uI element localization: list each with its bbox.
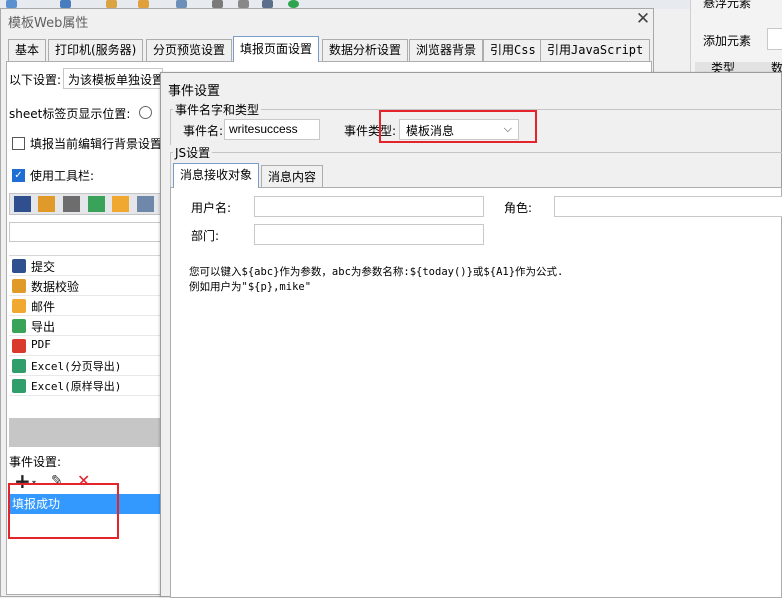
use-toolbar-checkbox[interactable]: ✓ — [12, 169, 25, 182]
pdf-icon — [12, 339, 26, 353]
sheet-position-radio[interactable] — [139, 106, 152, 119]
tab-data-analysis[interactable]: 数据分析设置 — [322, 39, 409, 61]
close-icon[interactable]: ✕ — [635, 9, 651, 29]
sheet-tab-position-label: sheet标签页显示位置: — [9, 107, 131, 121]
tab-browser-bg[interactable]: 浏览器背景 — [409, 39, 484, 61]
layout-icon[interactable] — [137, 196, 154, 212]
username-field[interactable] — [254, 196, 484, 217]
list-item[interactable]: PDF — [9, 336, 161, 356]
list-item[interactable]: 导出 — [9, 316, 161, 336]
list-item[interactable]: Excel(分页导出) — [9, 356, 161, 376]
save-icon[interactable] — [14, 196, 31, 212]
excel-icon — [12, 359, 26, 373]
help-text: 您可以键入${abc}作为参数，abc为参数名称:${today()}或${A1… — [189, 266, 564, 278]
print-icon[interactable] — [63, 196, 80, 212]
group-label: 事件名字和类型 — [173, 101, 262, 118]
list-item[interactable]: 数据校验 — [9, 276, 161, 296]
toolbar-button-list: 提交 数据校验 邮件 导出 PDF Excel(分页导出) Excel(原样导出… — [9, 255, 161, 418]
list-item-label: 导出 — [31, 320, 56, 334]
group-border — [170, 152, 782, 153]
tab-message-content[interactable]: 消息内容 — [261, 165, 324, 188]
role-label: 角色: — [504, 201, 533, 215]
role-field[interactable] — [554, 196, 782, 217]
event-list-item[interactable]: 填报成功 — [9, 494, 161, 514]
event-type-label: 事件类型: — [344, 124, 397, 138]
help-example: 例如用户为"${p},mike" — [189, 281, 312, 293]
group-border — [170, 152, 171, 188]
float-element-label: 悬浮元素 — [703, 0, 752, 10]
toolbar-icon[interactable] — [238, 0, 249, 8]
event-type-value: 模板消息 — [406, 124, 455, 138]
export-icon — [12, 319, 26, 333]
list-item-label: Excel(分页导出) — [31, 360, 122, 373]
tab-page-preview[interactable]: 分页预览设置 — [146, 39, 233, 61]
event-name-label: 事件名: — [183, 124, 224, 138]
event-type-select[interactable]: 模板消息 ⌵ — [399, 119, 519, 140]
tab-javascript[interactable]: 引用JavaScript — [540, 39, 651, 61]
list-item-label: 邮件 — [31, 300, 56, 314]
export-icon[interactable] — [88, 196, 105, 212]
fill-row-bg-label: 填报当前编辑行背景设置 — [30, 137, 163, 151]
list-item[interactable]: 邮件 — [9, 296, 161, 316]
event-name-field[interactable]: writesuccess — [224, 119, 320, 140]
pencil-icon — [12, 279, 26, 293]
email-icon[interactable] — [112, 196, 129, 212]
settings-mode-select[interactable]: 为该模板单独设置 — [63, 68, 163, 89]
toolbar-icon[interactable] — [176, 0, 187, 8]
tab-fill-page[interactable]: 填报页面设置 — [233, 36, 320, 62]
tab-css[interactable]: 引用Css — [483, 39, 543, 61]
pencil-icon[interactable] — [38, 196, 55, 212]
settings-label: 以下设置: — [9, 73, 62, 87]
list-item[interactable]: Excel(原样导出) — [9, 376, 161, 396]
tab-recipients[interactable]: 消息接收对象 — [173, 163, 260, 188]
recipients-panel: 用户名: 角色: 部门: 您可以键入${abc}作为参数，abc为参数名称:${… — [170, 187, 782, 598]
toolbar-icon[interactable] — [262, 0, 273, 8]
list-item-label: 数据校验 — [31, 280, 80, 294]
dialog-title: 模板Web属性 — [8, 16, 89, 31]
add-element-input[interactable] — [767, 28, 782, 50]
delete-icon[interactable]: ✕ — [77, 471, 90, 490]
toolbar-icon[interactable] — [6, 0, 17, 8]
toolbar-editor — [9, 193, 161, 215]
add-icon[interactable]: + — [14, 469, 31, 493]
dialog-title: 事件设置 — [168, 84, 221, 99]
group-border — [170, 109, 782, 110]
chevron-down-icon: ⌵ — [503, 122, 512, 135]
chevron-down-icon[interactable]: ▾ — [32, 478, 36, 487]
save-icon — [12, 259, 26, 273]
check-icon[interactable] — [288, 0, 299, 8]
department-field[interactable] — [254, 224, 484, 245]
email-icon — [12, 299, 26, 313]
username-label: 用户名: — [191, 201, 232, 215]
toolbar-icon[interactable] — [60, 0, 71, 8]
pencil-icon[interactable]: ✎ — [51, 473, 63, 489]
list-item-label: Excel(原样导出) — [31, 380, 122, 393]
group-border — [170, 109, 171, 145]
group-label: JS设置 — [173, 144, 213, 161]
event-settings-dialog: 事件设置 事件名字和类型 事件名: writesuccess 事件类型: 模板消… — [160, 72, 782, 598]
tab-printer[interactable]: 打印机(服务器) — [48, 39, 144, 61]
excel-icon — [12, 379, 26, 393]
list-item-label: 提交 — [31, 260, 56, 274]
use-toolbar-label: 使用工具栏: — [30, 169, 95, 183]
list-footer-bar — [9, 418, 161, 447]
toolbar-blank-field[interactable] — [9, 222, 161, 242]
add-element-label[interactable]: 添加元素 — [703, 32, 751, 49]
toolbar-icon[interactable] — [106, 0, 117, 8]
fill-row-bg-checkbox[interactable] — [12, 137, 25, 150]
list-item-label: PDF — [31, 338, 51, 351]
event-settings-label: 事件设置: — [9, 455, 62, 469]
toolbar-icon[interactable] — [138, 0, 149, 8]
department-label: 部门: — [191, 229, 220, 243]
toolbar-icon[interactable] — [212, 0, 223, 8]
tab-basic[interactable]: 基本 — [8, 39, 47, 61]
list-item[interactable]: 提交 — [9, 256, 161, 276]
